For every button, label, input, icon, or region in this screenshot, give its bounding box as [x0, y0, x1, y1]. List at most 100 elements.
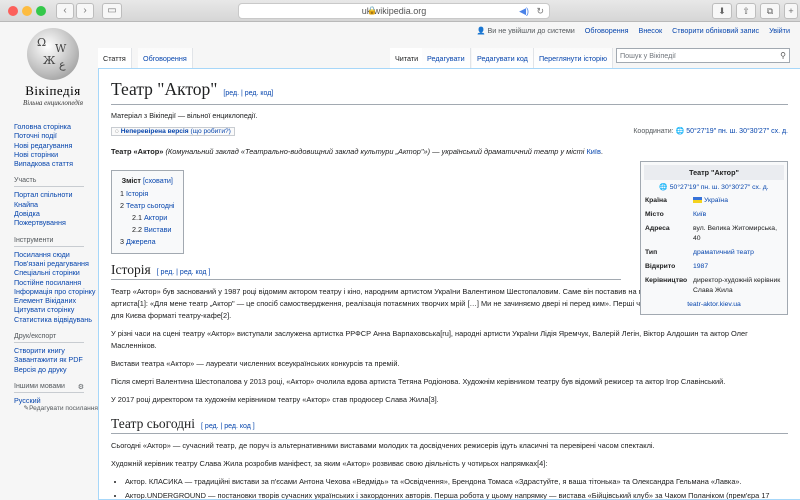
sidebar-item-label[interactable]: Випадкова стаття: [14, 159, 73, 168]
what-to-do-link[interactable]: (що робити?): [190, 128, 230, 135]
sidebar-item-label[interactable]: Пожертвування: [14, 218, 66, 227]
search-input[interactable]: Пошук у Вікіпедії ⚲: [616, 48, 790, 63]
tab-read[interactable]: Читати: [390, 48, 425, 68]
sidebar-item-tools-6[interactable]: Цитувати сторінку: [14, 305, 98, 314]
sidebar-item-participation-2[interactable]: Довідка: [14, 209, 98, 218]
sidebar-item-tools-4[interactable]: Інформація про сторінку: [14, 287, 98, 296]
sidebar-item-main-4[interactable]: Випадкова стаття: [14, 159, 98, 168]
sidebar-item-label[interactable]: Створити книгу: [14, 346, 65, 355]
close-window-button[interactable]: [8, 6, 18, 16]
address-bar[interactable]: 🔒 uk.wikipedia.org ◀) ↻: [238, 3, 550, 19]
sidebar-item-label[interactable]: Цитувати сторінку: [14, 305, 74, 314]
search-icon[interactable]: ⚲: [780, 49, 786, 62]
toc-hide-link[interactable]: [сховати]: [143, 176, 173, 185]
sidebar-item-main-2[interactable]: Нові редагування: [14, 141, 98, 150]
sidebar-item-label[interactable]: Посилання сюди: [14, 250, 70, 259]
logo-wordmark: Вікіпедія: [25, 83, 81, 98]
speaker-icon[interactable]: ◀): [519, 4, 529, 18]
tab-talk[interactable]: Обговорення: [138, 48, 193, 68]
toc-link[interactable]: Історія: [126, 189, 148, 198]
toc-link[interactable]: Актори: [144, 213, 167, 222]
sidebar-item-label[interactable]: Інформація про сторінку: [14, 287, 95, 296]
personal-talk-link[interactable]: Обговорення: [585, 26, 629, 35]
share-icon[interactable]: ⇧: [736, 3, 756, 19]
edit-links-link[interactable]: ✎Редагувати посилання: [14, 405, 98, 413]
toc-item[interactable]: 3 Джерела: [120, 236, 175, 248]
sidebar-item-tools-7[interactable]: Статистика відвідувань: [14, 315, 98, 324]
sidebar-item-tools-2[interactable]: Спеціальні сторінки: [14, 268, 98, 277]
toc-link[interactable]: Джерела: [126, 237, 156, 246]
sidebar-item-label[interactable]: Кнайпа: [14, 200, 38, 209]
download-icon[interactable]: ⬇: [712, 3, 732, 19]
sidebar-item-label[interactable]: Версія до друку: [14, 365, 67, 374]
infobox-value-text[interactable]: Київ: [693, 211, 706, 218]
sidebar-item-tools-3[interactable]: Постійне посилання: [14, 278, 98, 287]
history-edit-link[interactable]: [ ред. | ред. код ]: [157, 269, 211, 276]
zoom-window-button[interactable]: [36, 6, 46, 16]
wikipedia-logo[interactable]: ΩWЖع Вікіпедія Вільна енциклопедія: [18, 28, 88, 107]
sidebar-item-label[interactable]: Постійне посилання: [14, 278, 81, 287]
coordinates-link[interactable]: 50°27′19″ пн. ш. 30°30′27″ сх. д.: [686, 128, 788, 135]
infobox-coords-link[interactable]: 50°27′19″ пн. ш. 30°30′27″ сх. д.: [670, 184, 769, 191]
kyiv-link[interactable]: Київ: [586, 147, 600, 156]
sidebar-item-participation-0[interactable]: Портал спільноти: [14, 190, 98, 199]
sidebar-item-print-2[interactable]: Версія до друку: [14, 365, 98, 374]
forward-button[interactable]: ›: [76, 3, 94, 19]
minimize-window-button[interactable]: [22, 6, 32, 16]
infobox-key: Місто: [645, 211, 664, 218]
sidebar-item-tools-0[interactable]: Посилання сюди: [14, 250, 98, 259]
sidebar-toggle-icon[interactable]: ▭: [102, 3, 122, 19]
sidebar-heading-participation: Участь: [14, 177, 84, 188]
sidebar-item-print-1[interactable]: Завантажити як PDF: [14, 355, 98, 364]
create-account-link[interactable]: Створити обліковий запис: [672, 26, 759, 35]
sidebar-item-tools-5[interactable]: Елемент Вікіданих: [14, 296, 98, 305]
sidebar-item-label[interactable]: Портал спільноти: [14, 190, 73, 199]
history-paragraph-4: Після смерті Валентина Шестопалова у 201…: [111, 377, 726, 386]
toc-item[interactable]: 1 Історія: [120, 188, 175, 200]
tab-edit[interactable]: Редагувати: [422, 48, 471, 68]
infobox-value-text[interactable]: 1987: [693, 263, 708, 270]
new-tab-icon[interactable]: +: [784, 3, 798, 19]
infobox-key: Відкрито: [645, 263, 676, 270]
sidebar-item-label[interactable]: Нові редагування: [14, 141, 72, 150]
infobox-value-text[interactable]: Україна: [704, 197, 728, 204]
sidebar-item-label[interactable]: Елемент Вікіданих: [14, 296, 76, 305]
toc-item[interactable]: 2 Театр сьогодні: [120, 200, 175, 212]
sidebar-item-label[interactable]: Спеціальні сторінки: [14, 268, 80, 277]
sidebar-item-print-0[interactable]: Створити книгу: [14, 346, 98, 355]
sidebar-item-participation-1[interactable]: Кнайпа: [14, 200, 98, 209]
toc-link[interactable]: Театр сьогодні: [126, 201, 175, 210]
infobox-value-text[interactable]: драматичний театр: [693, 249, 754, 256]
tab-article[interactable]: Стаття: [98, 48, 132, 68]
sidebar-item-lang-0[interactable]: Русский: [14, 396, 98, 405]
tab-history[interactable]: Переглянути історію: [534, 48, 613, 68]
article-content: Театр "Актор" [ред. | ред. код] Матеріал …: [98, 68, 800, 500]
today-edit-link[interactable]: [ ред. | ред. код ]: [201, 423, 255, 430]
sidebar-item-label[interactable]: Довідка: [14, 209, 40, 218]
sidebar-item-label[interactable]: Поточні події: [14, 131, 57, 140]
sidebar-item-main-3[interactable]: Нові сторінки: [14, 150, 98, 159]
login-link[interactable]: Увійти: [769, 26, 790, 35]
sidebar-item-label[interactable]: Головна сторінка: [14, 122, 71, 131]
tabs-overview-icon[interactable]: ⧉: [760, 3, 780, 19]
sidebar-item-participation-3[interactable]: Пожертвування: [14, 218, 98, 227]
toc-item[interactable]: 2.2 Вистави: [120, 224, 175, 236]
sidebar-item-main-0[interactable]: Головна сторінка: [14, 122, 98, 131]
unreviewed-link[interactable]: Неперевірена версія: [121, 128, 189, 135]
sidebar-item-label[interactable]: Нові сторінки: [14, 150, 58, 159]
title-edit-link[interactable]: [ред. | ред. код]: [223, 90, 273, 97]
sidebar-item-tools-1[interactable]: Пов'язані редагування: [14, 259, 98, 268]
sidebar-item-label[interactable]: Пов'язані редагування: [14, 259, 89, 268]
back-button[interactable]: ‹: [56, 3, 74, 19]
sidebar-item-label[interactable]: Статистика відвідувань: [14, 315, 92, 324]
sidebar-item-label[interactable]: Русский: [14, 396, 41, 405]
toc-link[interactable]: Вистави: [144, 225, 171, 234]
website-link[interactable]: teatr-aktor.kiev.ua: [687, 301, 741, 308]
gear-icon[interactable]: ⚙: [78, 383, 84, 391]
tab-edit-code[interactable]: Редагувати код: [472, 48, 534, 68]
sidebar-item-main-1[interactable]: Поточні події: [14, 131, 98, 140]
reload-icon[interactable]: ↻: [536, 4, 544, 18]
personal-contrib-link[interactable]: Внесок: [639, 26, 663, 35]
toc-item[interactable]: 2.1 Актори: [120, 212, 175, 224]
sidebar-item-label[interactable]: Завантажити як PDF: [14, 355, 83, 364]
